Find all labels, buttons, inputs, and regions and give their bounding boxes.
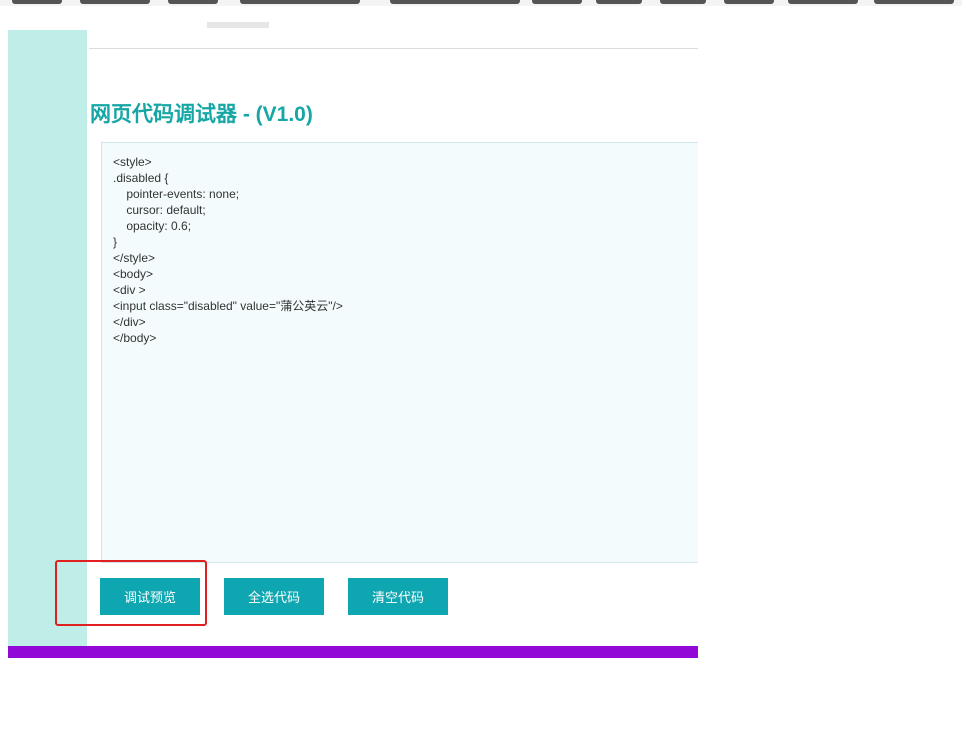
bookmark-item[interactable]	[724, 0, 774, 4]
select-all-code-button[interactable]: 全选代码	[224, 578, 324, 615]
bookmark-item[interactable]	[874, 0, 954, 4]
debugger-page: 网页代码调试器 - (V1.0) <style> .disabled { poi…	[8, 30, 698, 658]
bookmark-item[interactable]	[240, 0, 360, 4]
footer-bar	[8, 646, 698, 658]
bookmark-item[interactable]	[80, 0, 150, 4]
code-editor[interactable]: <style> .disabled { pointer-events: none…	[101, 142, 698, 563]
bookmark-item[interactable]	[168, 0, 218, 4]
horizontal-scroll-thumb[interactable]	[207, 22, 269, 28]
bookmark-item[interactable]	[532, 0, 582, 4]
debug-preview-button[interactable]: 调试预览	[100, 578, 200, 615]
left-decor-band	[8, 30, 87, 646]
bookmark-item[interactable]	[660, 0, 706, 4]
bookmark-item[interactable]	[12, 0, 62, 4]
bookmark-item[interactable]	[788, 0, 858, 4]
bookmarks-bar	[0, 0, 962, 6]
clear-code-button[interactable]: 清空代码	[348, 578, 448, 615]
header-divider	[89, 48, 698, 49]
page-title: 网页代码调试器 - (V1.0)	[90, 103, 313, 126]
bookmark-item[interactable]	[390, 0, 520, 4]
bookmark-item[interactable]	[596, 0, 642, 4]
